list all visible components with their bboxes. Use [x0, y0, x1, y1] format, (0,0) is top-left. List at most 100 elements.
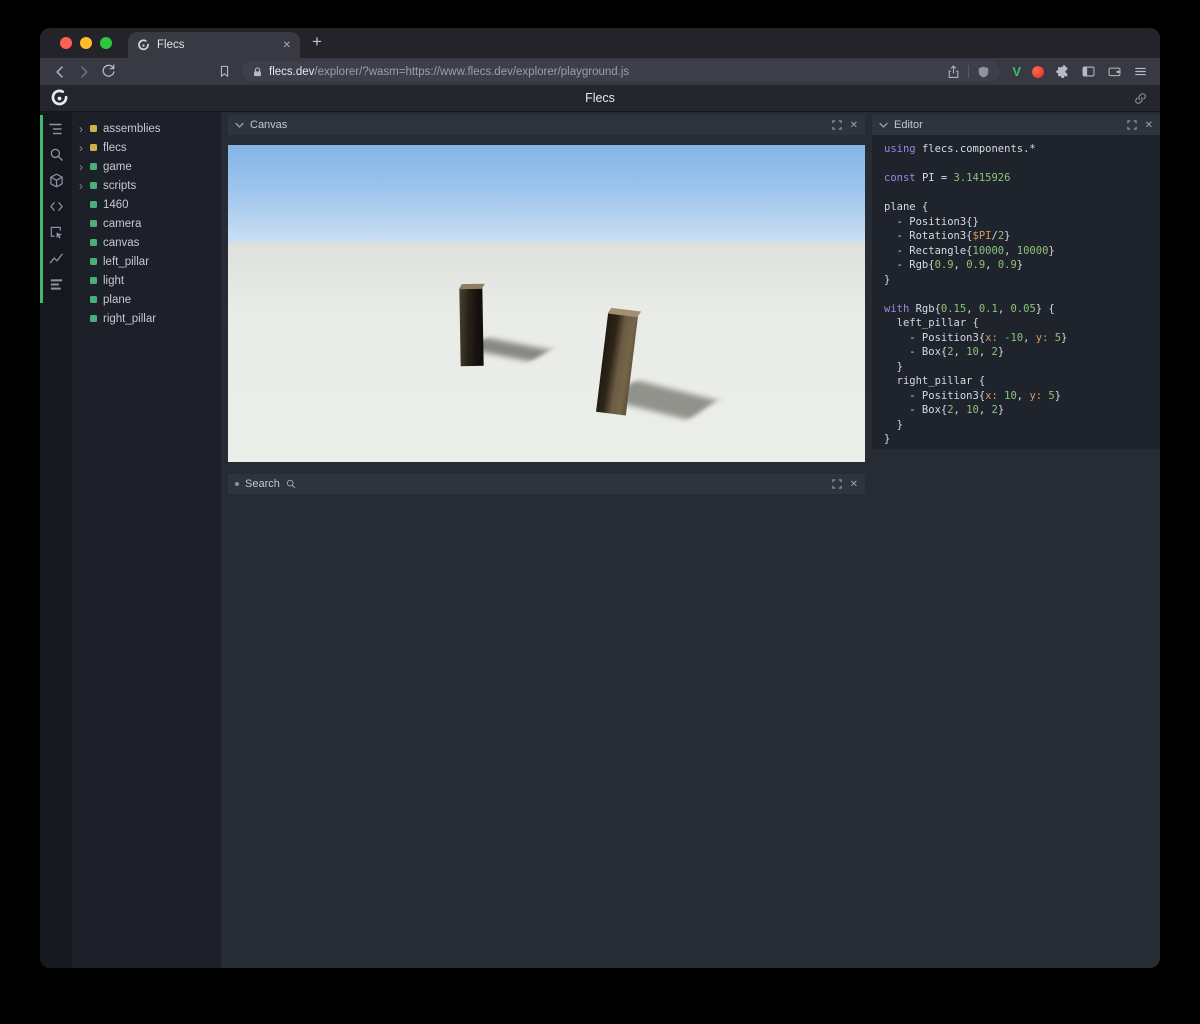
editor-panel-header[interactable]: Editor ✕	[872, 115, 1160, 135]
lock-icon	[252, 66, 263, 78]
tab-bar: Flecs ✕ +	[40, 28, 1160, 58]
browser-tab[interactable]: Flecs ✕	[128, 32, 300, 58]
canvas-panel-header[interactable]: Canvas ✕	[228, 115, 865, 135]
entity-color-dot	[90, 239, 97, 246]
entity-color-dot	[90, 296, 97, 303]
expand-icon[interactable]	[1126, 120, 1137, 130]
entity-tree-icon[interactable]	[48, 120, 65, 137]
forward-button[interactable]	[72, 60, 96, 84]
magnifier-icon	[286, 479, 296, 489]
browser-toolbar: flecs.dev/explorer/?wasm=https://www.fle…	[40, 58, 1160, 85]
expand-icon[interactable]	[831, 479, 842, 489]
entity-color-dot	[90, 258, 97, 265]
extensions-puzzle-icon[interactable]	[1055, 64, 1070, 79]
chevron-down-icon[interactable]	[879, 122, 888, 129]
tree-item-flecs[interactable]: › flecs	[72, 138, 221, 157]
entity-color-dot	[90, 277, 97, 284]
cube-icon[interactable]	[48, 172, 65, 189]
code-line: - Rgb{0.9, 0.9, 0.9}	[884, 259, 1024, 271]
main-area: Canvas ✕ Search ✕ Editor ✕ using flecs.c…	[221, 112, 1160, 968]
share-icon[interactable]	[947, 64, 960, 79]
address-bar-actions	[947, 64, 990, 79]
browser-window: Flecs ✕ + flecs.dev/explorer/?wasm=https…	[40, 28, 1160, 968]
chevron-down-icon[interactable]	[235, 122, 244, 129]
new-tab-button[interactable]: +	[312, 28, 322, 58]
left-pillar-mesh	[459, 287, 484, 367]
tree-item-plane[interactable]: plane	[72, 290, 221, 309]
tree-item-label: game	[103, 160, 132, 173]
inspect-icon[interactable]	[48, 224, 65, 241]
v-extension-icon[interactable]: V	[1012, 64, 1021, 79]
search-panel-header[interactable]: Search ✕	[228, 474, 865, 494]
entity-color-dot	[90, 144, 97, 151]
menu-icon[interactable]	[1133, 64, 1148, 79]
webgl-canvas[interactable]	[228, 145, 865, 462]
tree-item-1460[interactable]: 1460	[72, 195, 221, 214]
bookmark-icon[interactable]	[212, 60, 236, 84]
tree-item-label: 1460	[103, 198, 129, 211]
tree-item-light[interactable]: light	[72, 271, 221, 290]
code-line: left_pillar {	[884, 317, 979, 329]
script-editor[interactable]: using flecs.components.* const PI = 3.14…	[872, 135, 1160, 449]
url-text: flecs.dev/explorer/?wasm=https://www.fle…	[269, 66, 941, 78]
code-line: }	[884, 433, 891, 445]
code-line: - Position3{x: 10, y: 5}	[884, 389, 1062, 402]
entity-color-dot	[90, 125, 97, 132]
zoom-window-button[interactable]	[100, 37, 112, 49]
page-title: Flecs	[585, 91, 615, 105]
code-line: - Position3{}	[884, 215, 979, 228]
reload-button[interactable]	[96, 60, 120, 84]
expander-chevron-icon[interactable]: ›	[79, 123, 90, 135]
close-icon[interactable]: ✕	[850, 120, 858, 131]
entity-color-dot	[90, 182, 97, 189]
code-line: - Rotation3{$PI/2}	[884, 230, 1011, 242]
scene-sky	[228, 145, 865, 242]
collapsed-dot-icon[interactable]	[235, 482, 239, 486]
app-content: › assemblies › flecs › game › scripts 1460 camera…	[40, 112, 1160, 968]
chart-icon[interactable]	[48, 250, 65, 267]
back-button[interactable]	[48, 60, 72, 84]
tab-close-icon[interactable]: ✕	[283, 40, 291, 51]
shield-icon[interactable]	[977, 65, 990, 79]
tree-item-assemblies[interactable]: › assemblies	[72, 119, 221, 138]
tree-item-game[interactable]: › game	[72, 157, 221, 176]
red-extension-icon[interactable]	[1032, 65, 1044, 78]
close-icon[interactable]: ✕	[1145, 120, 1153, 131]
wallet-icon[interactable]	[1107, 64, 1122, 79]
entity-color-dot	[90, 163, 97, 170]
url-host: flecs.dev	[269, 65, 315, 78]
expander-chevron-icon[interactable]: ›	[79, 180, 90, 192]
tree-item-canvas[interactable]: canvas	[72, 233, 221, 252]
traffic-lights	[60, 28, 112, 58]
expand-icon[interactable]	[831, 120, 842, 130]
tree-item-camera[interactable]: camera	[72, 214, 221, 233]
sidebar-toggle-icon[interactable]	[1081, 64, 1096, 79]
entity-tree: › assemblies › flecs › game › scripts 1460 camera…	[72, 112, 221, 968]
search-icon[interactable]	[48, 146, 65, 163]
close-icon[interactable]: ✕	[850, 479, 858, 490]
canvas-panel-controls: ✕	[831, 120, 858, 131]
code-line: }	[884, 418, 903, 431]
code-icon[interactable]	[48, 198, 65, 215]
search-panel-title: Search	[245, 478, 280, 490]
close-window-button[interactable]	[60, 37, 72, 49]
canvas-panel: Canvas ✕	[228, 115, 865, 462]
expander-chevron-icon[interactable]: ›	[79, 142, 90, 154]
address-bar[interactable]: flecs.dev/explorer/?wasm=https://www.fle…	[242, 61, 1001, 82]
tree-item-label: flecs	[103, 141, 127, 154]
tree-item-left_pillar[interactable]: left_pillar	[72, 252, 221, 271]
tab-favicon-icon	[137, 38, 150, 52]
code-line: }	[884, 360, 903, 373]
share-link-icon[interactable]	[1133, 91, 1148, 106]
expander-chevron-icon[interactable]: ›	[79, 161, 90, 173]
tree-item-right_pillar[interactable]: right_pillar	[72, 309, 221, 328]
entity-color-dot	[90, 201, 97, 208]
editor-panel: Editor ✕ using flecs.components.* const …	[872, 115, 1160, 449]
search-panel-controls: ✕	[831, 479, 858, 490]
editor-panel-controls: ✕	[1126, 120, 1153, 131]
entity-color-dot	[90, 315, 97, 322]
commands-icon[interactable]	[48, 276, 65, 293]
minimize-window-button[interactable]	[80, 37, 92, 49]
tree-item-scripts[interactable]: › scripts	[72, 176, 221, 195]
tree-item-label: camera	[103, 217, 142, 230]
